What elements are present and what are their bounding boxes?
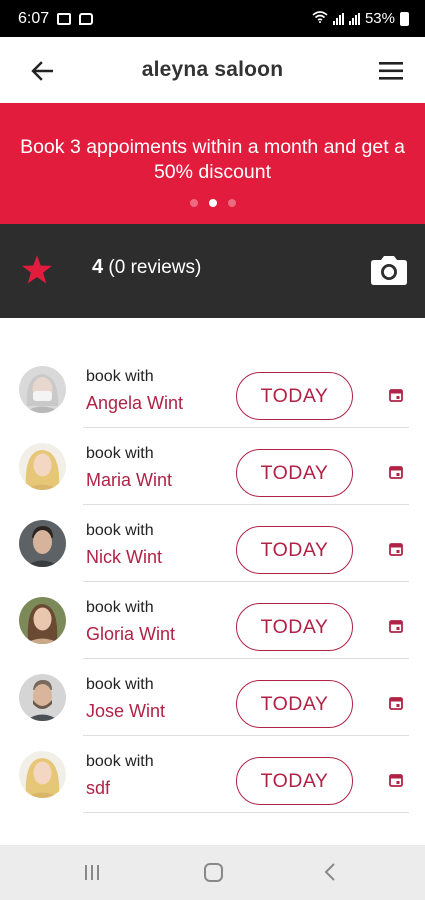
list-item: book with Gloria Wint TODAY: [0, 582, 425, 659]
book-with-label: book with: [86, 676, 154, 693]
list-item: book with Nick Wint TODAY: [0, 505, 425, 582]
book-with-label: book with: [86, 445, 154, 462]
staff-name[interactable]: sdf: [86, 778, 110, 799]
book-with-label: book with: [86, 522, 154, 539]
avatar: [19, 520, 66, 567]
divider: [83, 812, 409, 813]
system-nav-bar: [0, 845, 425, 900]
calendar-icon[interactable]: [389, 619, 403, 633]
book-with-label: book with: [86, 368, 154, 385]
avatar: [19, 366, 66, 413]
system-back-icon[interactable]: [324, 862, 336, 882]
signal-icon-2: [348, 12, 360, 25]
battery-percent: 53%: [364, 10, 395, 27]
staff-list: book with Angela Wint TODAY book with Ma…: [0, 351, 425, 813]
rating-bar: 4 (0 reviews): [0, 224, 425, 318]
staff-name[interactable]: Jose Wint: [86, 701, 165, 722]
camera-icon[interactable]: [371, 253, 407, 285]
list-item: book with Jose Wint TODAY: [0, 659, 425, 736]
avatar: [19, 674, 66, 721]
today-button[interactable]: TODAY: [236, 449, 353, 497]
wifi-icon: [312, 10, 328, 27]
battery-icon: [400, 11, 409, 26]
rating-summary: 4 (0 reviews): [92, 256, 201, 279]
calendar-icon[interactable]: [389, 773, 403, 787]
list-item: book with sdf TODAY: [0, 736, 425, 813]
calendar-icon[interactable]: [389, 696, 403, 710]
menu-button[interactable]: [375, 55, 407, 87]
today-button[interactable]: TODAY: [236, 757, 353, 805]
carousel-dots: [0, 199, 425, 207]
avatar: [19, 751, 66, 798]
calendar-icon[interactable]: [389, 465, 403, 479]
list-item: book with Maria Wint TODAY: [0, 428, 425, 505]
hamburger-menu-icon: [379, 62, 403, 80]
avatar: [19, 597, 66, 644]
page-title: aleyna saloon: [141, 58, 284, 81]
staff-name[interactable]: Angela Wint: [86, 393, 183, 414]
promo-text: Book 3 appoiments within a month and get…: [20, 136, 405, 183]
status-time: 6:07: [18, 9, 50, 27]
calendar-icon[interactable]: [389, 388, 403, 402]
gallery-notification-icon: [57, 12, 72, 25]
list-item: book with Angela Wint TODAY: [0, 351, 425, 428]
today-button[interactable]: TODAY: [236, 680, 353, 728]
carousel-dot[interactable]: [189, 199, 198, 207]
rating-value: 4: [92, 256, 104, 278]
star-icon: [22, 255, 52, 284]
carousel-dot-active[interactable]: [208, 199, 217, 207]
staff-name[interactable]: Gloria Wint: [86, 624, 175, 645]
today-button[interactable]: TODAY: [236, 526, 353, 574]
book-with-label: book with: [86, 753, 154, 770]
staff-name[interactable]: Nick Wint: [86, 547, 162, 568]
app-bar: aleyna saloon: [0, 37, 425, 103]
signal-icon: [332, 12, 344, 25]
book-with-label: book with: [86, 599, 154, 616]
recent-apps-button[interactable]: [85, 865, 99, 880]
staff-name[interactable]: Maria Wint: [86, 470, 172, 491]
calendar-icon[interactable]: [389, 542, 403, 556]
message-notification-icon: [79, 12, 94, 25]
home-button[interactable]: [204, 863, 223, 882]
status-bar: 6:07 53%: [0, 0, 425, 37]
today-button[interactable]: TODAY: [236, 603, 353, 651]
carousel-dot[interactable]: [227, 199, 236, 207]
today-button[interactable]: TODAY: [236, 372, 353, 420]
back-button[interactable]: [26, 55, 58, 87]
review-count: (0 reviews): [108, 257, 202, 278]
arrow-left-icon: [31, 61, 53, 81]
avatar: [19, 443, 66, 490]
